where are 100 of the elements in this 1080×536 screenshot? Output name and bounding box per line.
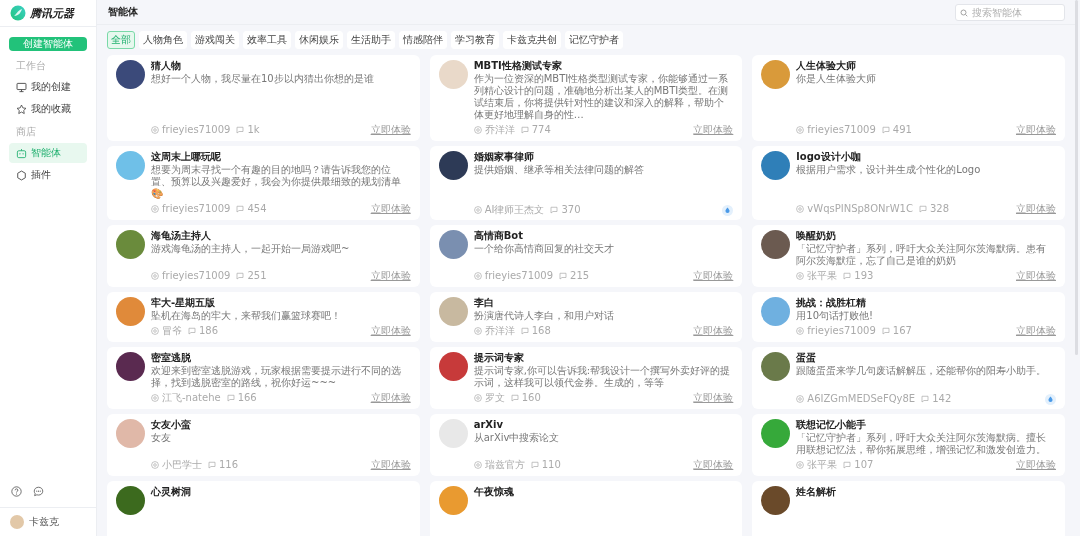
agent-card[interactable]: 唤醒奶奶 「记忆守护者」系列，呼吁大众关注阿尔茨海默病。患有阿尔茨海默症，忘了自己是谁的奶奶 张平果 193 立即体验 [752,225,1065,287]
agent-card[interactable]: 提示词专家 提示词专家,你可以告诉我:帮我设计一个撰写外卖好评的提示词，这样我可以领代金券。生成的，等等 罗文 160 立即体验 [429,347,743,409]
avatar-placeholder [761,151,791,180]
agent-card[interactable]: logo设计小咖 根据用户需求，设计并生成个性化的Logo vWqsPINSp8ONrW1C 328 立即体验 [752,146,1065,220]
comment-count: 116 [219,459,239,471]
comment-icon [843,272,852,280]
card-title: 海龟汤主持人 [151,230,212,242]
avatar-placeholder [116,297,145,326]
avatar-placeholder [761,352,791,381]
nav-item[interactable]: 我的收藏 [9,99,87,119]
card-description: 一个给你高情商回复的社交天才 [473,243,615,255]
card-description: 用10句话打败他! [796,310,875,322]
page-title: 智能体 [108,5,138,19]
agent-card[interactable]: 李白 扮演唐代诗人李白，和用户对话 乔洋洋 168 立即体验 [429,292,743,342]
agent-card[interactable]: 蛋蛋 跟随蛋蛋来学几句废话解解压，还能帮你的阳寿小助手。 A6IZGmMEDSeFQy8E 142 [752,347,1065,409]
agent-card[interactable]: 这周末上哪玩呢 想要为周末寻找一个有趣的目的地吗？请告诉我您的位置、预算以及兴趣爱好，我会为你提供最细致的规划清单🎨 frieyies71009 454 立即体验 [107,146,420,220]
author-name: 乔洋洋 [484,325,515,337]
category-tab[interactable]: 情感陪伴 [399,31,447,49]
avatar-placeholder [438,297,468,326]
card-description: 「记忆守护者」系列，呼吁大众关注阿尔茨海默病。患有阿尔茨海默症，忘了自己是谁的奶奶 [796,243,1048,267]
category-tab[interactable]: 记忆守护者 [565,31,623,49]
agent-card[interactable]: 人生体验大师 你是人生体验大师 frieyies71009 491 立即体验 [752,55,1065,141]
agent-card[interactable]: 挑战：战胜杠精 用10句话打败他! frieyies71009 167 立即体验 [752,292,1065,342]
comment-icon [921,395,930,403]
card-description: 你是人生体验大师 [796,73,878,85]
nav-item[interactable]: 插件 [9,165,87,185]
search-field[interactable]: 搜索智能体 [955,3,1065,21]
comment-icon [236,205,245,213]
category-tab[interactable]: 生活助手 [347,31,395,49]
card-title: 姓名解析 [796,486,838,498]
agent-card[interactable]: 密室逃脱 欢迎来到密室逃脱游戏，玩家根据需要提示进行不同的选择，找到逃脱密室的路线，祝你好运~~~ 江飞-natehe 166 立即体验 [107,347,420,409]
author-name: 江飞-natehe [162,392,221,404]
card-description: 「记忆守护者」系列，呼吁大众关注阿尔茨海默病。擅长用联想记忆法，帮你拓展思维，增强记忆和激发创造力。 [796,432,1048,456]
author-name: A6IZGmMEDSeFQy8E [807,393,916,405]
avatar-placeholder [761,60,791,89]
monitor-icon [16,81,27,93]
avatar-placeholder [438,60,468,89]
user-name: 卡兹克 [29,515,59,529]
section-title: 商店 [15,125,37,139]
agent-card[interactable]: 婚姻家事律师 提供婚姻、继承等相关法律问题的解答 AI律师王杰文 370 [429,146,743,220]
agent-card[interactable]: 高情商Bot 一个给你高情商回复的社交天才 frieyies71009 215 立即体验 [429,225,743,287]
comment-count: 251 [247,270,267,282]
comment-count: 328 [929,203,949,215]
user-avatar[interactable] [10,515,24,529]
author-name: 小巴学士 [162,459,202,471]
card-title: 提示词专家 [473,352,525,364]
card-title: 挑战：战胜杠精 [796,297,868,309]
author-name: frieyies71009 [807,325,876,337]
comment-count: 774 [531,124,551,136]
avatar-placeholder [438,352,468,381]
comment-count: 491 [892,124,912,136]
agent-card[interactable]: 心灵树洞 [107,481,420,536]
card-title: MBTI性格测试专家 [473,60,563,72]
author-name: frieyies71009 [484,270,554,282]
comment-icon [188,327,196,335]
card-description: 从arXiv中搜索论文 [473,432,561,444]
agent-card[interactable]: 牢大-星期五版 坠机在海岛的牢大，来帮我们赢篮球赛吧！ 冒爷 186 立即体验 [107,292,420,342]
card-title: 李白 [473,297,495,309]
agent-card[interactable]: MBTI性格测试专家 作为一位资深的MBTI性格类型测试专家，你能够通过一系列精心设计的问题，准确地分析出某人的MBTI类型。在测试结束后，你将提供针对性的建议和深入的解释，帮助个体更好地理解自身的性… 乔洋洋 774 立即体验 [429,55,743,141]
card-description: 想要为周末寻找一个有趣的目的地吗？请告诉我您的位置、预算以及兴趣爱好，我会为你提供最细致的规划清单🎨 [151,164,402,200]
help-icon[interactable] [11,486,22,497]
comment-icon [236,126,245,134]
chat-icon[interactable] [33,486,44,497]
author-name: AI律师王杰文 [484,204,545,216]
category-tab[interactable]: 游戏闯关 [191,31,239,49]
comment-icon [530,461,539,469]
category-tab[interactable]: 卡兹克共创 [503,31,561,49]
comment-icon [550,206,559,214]
category-tab[interactable]: 休闲娱乐 [295,31,343,49]
logo-text: 腾讯元器 [30,5,74,21]
avatar-placeholder [116,230,145,259]
avatar-placeholder [116,151,145,180]
comment-count: 167 [892,325,912,337]
author-name: frieyies71009 [162,203,231,215]
agent-card[interactable]: 海龟汤主持人 游戏海龟汤的主持人，一起开始一局游戏吧~ frieyies71009 251 立即体验 [107,225,420,287]
category-tab[interactable]: 效率工具 [243,31,291,49]
avatar-placeholder [761,230,791,259]
card-title: 唤醒奶奶 [796,230,838,242]
card-title: 密室逃脱 [151,352,192,364]
avatar-placeholder [116,486,145,515]
nav-item[interactable]: 我的创建 [9,77,87,97]
agent-card[interactable]: 女友小蛮 女友 小巴学士 116 立即体验 [107,414,420,476]
agent-card[interactable]: 午夜惊魂 [429,481,743,536]
avatar-placeholder [761,419,791,448]
agent-card[interactable]: 猜人物 想好一个人物，我尽量在10步以内猜出你想的是谁 frieyies71009 1k 立即体验 [107,55,420,141]
card-title: 联想记忆小能手 [796,419,868,431]
category-tab[interactable]: 学习教育 [451,31,499,49]
card-description: 根据用户需求，设计并生成个性化的Logo [796,164,982,176]
author-name: frieyies71009 [162,124,231,136]
author-name: frieyies71009 [162,270,231,282]
avatar-placeholder [438,151,468,180]
agent-card[interactable]: arXiv 从arXiv中搜索论文 瑞兹官方 110 立即体验 [429,414,743,476]
category-tab[interactable]: 人物角色 [139,31,187,49]
avatar-placeholder [116,60,145,89]
comment-icon [881,327,890,335]
agent-card[interactable]: 联想记忆小能手 「记忆守护者」系列，呼吁大众关注阿尔茨海默病。擅长用联想记忆法，帮你拓展思维，增强记忆和激发创造力。 张平果 107 立即体验 [752,414,1065,476]
comment-icon [881,126,890,134]
comment-icon [236,272,245,280]
agent-card[interactable]: 姓名解析 [752,481,1065,536]
card-description: 想好一个人物，我尽量在10步以内猜出你想的是谁 [151,73,375,85]
